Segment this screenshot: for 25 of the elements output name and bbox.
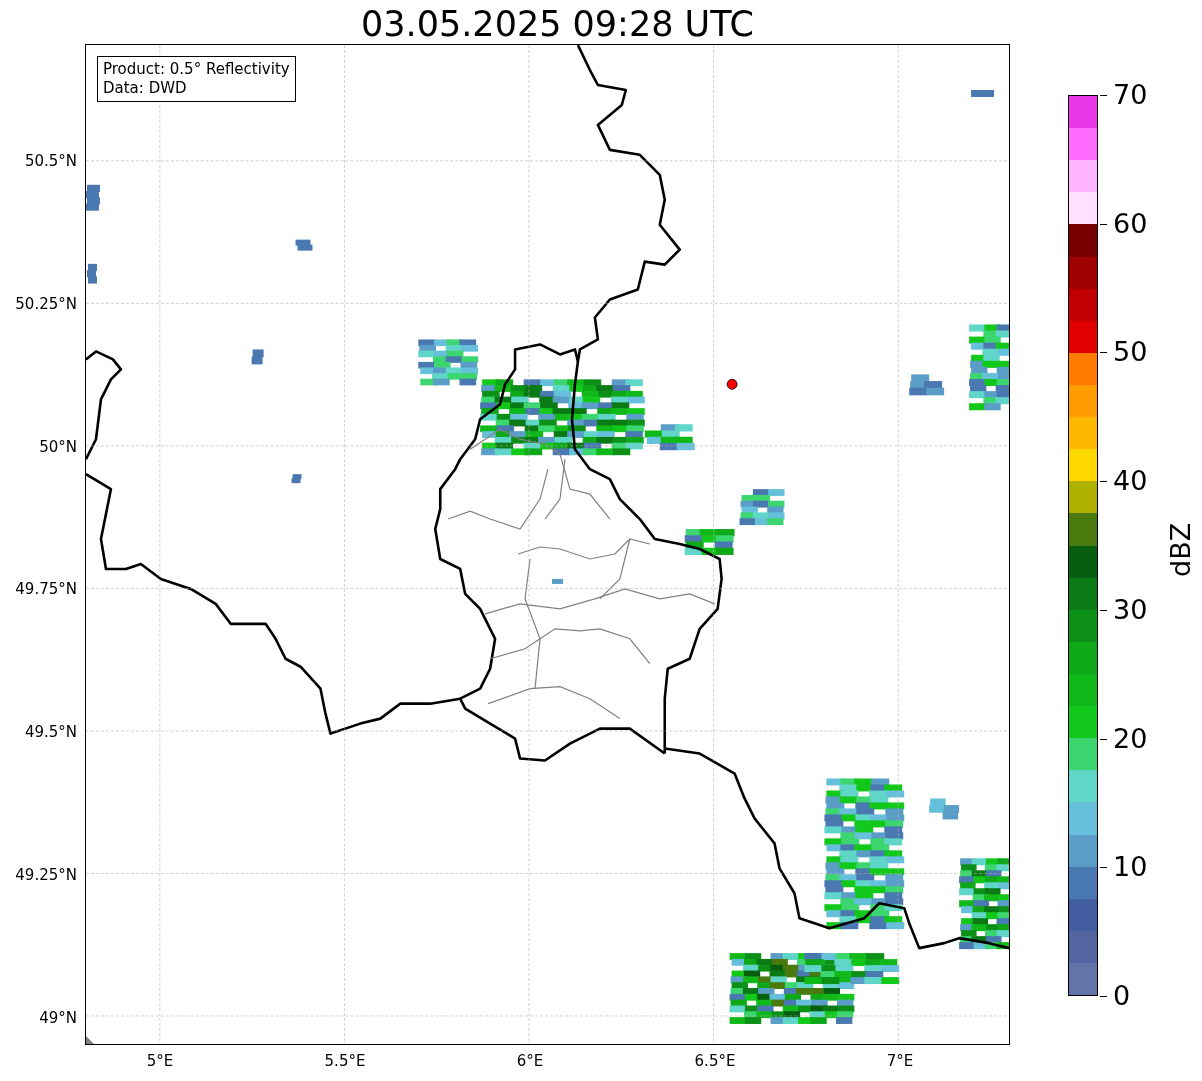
colorbar-tick-label: 40 [1100,466,1148,497]
colorbar-tick-label: 10 [1100,852,1148,883]
y-axis-tick-label: 50°N [39,437,78,456]
info-text: Data: DWD [103,79,188,98]
info-text: Product: 0.5° Reflectivity [103,60,290,79]
colorbar-tick-label: 60 [1100,208,1148,239]
colorbar-tick-label: 70 [1100,80,1148,110]
colorbar-tick-label: 30 [1100,594,1148,625]
colorbar-tick-label: 50 [1100,337,1148,368]
y-axis-tick-label: 49.5°N [24,723,78,742]
land-corner-shape [86,1035,94,1044]
chart-title: 03.05.2025 09:28 UTC [361,4,754,44]
x-axis-tick-label: 7°E [886,1051,914,1070]
x-axis-tick-label: 6.5°E [694,1051,736,1070]
x-axis-tick-label: 5.5°E [324,1051,366,1070]
y-axis-tick-label: 50.25°N [15,294,78,313]
y-axis-tick-label: 49°N [39,1009,78,1027]
y-axis-tick-label: 49.25°N [15,866,78,885]
y-axis-tick-label: 49.75°N [15,580,78,599]
x-axis-tick-label: 5°E [146,1051,174,1070]
y-axis-tick-label: 50.5°N [24,151,78,170]
x-axis-tick-label: 6°E [516,1051,544,1070]
colorbar-label: dBZ [1165,522,1196,577]
colorbar-tick-label: 20 [1100,723,1148,754]
colorbar-tick-label: 0 [1100,981,1131,1011]
